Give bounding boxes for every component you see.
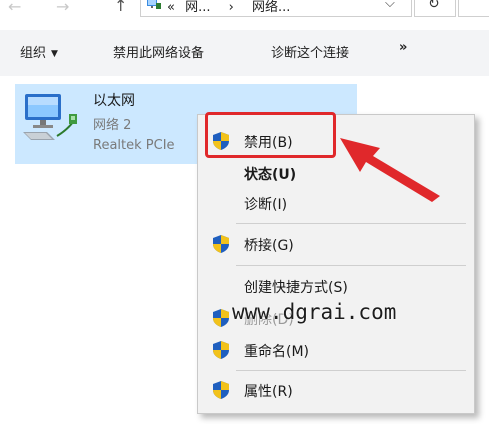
menu-item-rename[interactable]: 重命名(M) [198,337,474,363]
menu-separator [236,223,466,224]
ethernet-adapter-icon [23,94,77,140]
path-segment-1[interactable]: 网... [185,0,210,15]
uac-shield-icon [213,341,229,359]
menu-item-label: 创建快捷方式(S) [244,280,348,296]
address-path: « 网... › 网络... [167,0,290,15]
watermark-text: www.dgrai.com [232,300,397,324]
command-bar: 组织 ▼ 禁用此网络设备 诊断这个连接 » [0,30,489,76]
menu-item-label: 桥接(G) [244,238,294,254]
path-segment-2[interactable]: 网络... [252,0,290,15]
adapter-name: 以太网 [93,93,135,109]
network-folder-icon [147,0,161,9]
up-arrow-icon[interactable]: ↑ [114,0,127,14]
uac-shield-icon [213,235,229,253]
refresh-icon: ↻ [428,0,440,12]
path-prefix: « [167,0,175,15]
address-dropdown-icon[interactable]: ⌵ [385,0,395,11]
path-separator: › [228,0,234,15]
menu-item-properties[interactable]: 属性(R) [198,377,474,403]
uac-shield-icon [213,381,229,399]
refresh-button[interactable]: ↻ [414,0,456,17]
menu-item-diagnose[interactable]: 诊断(I) [198,190,474,216]
adapter-network: 网络 2 [93,118,132,133]
menu-item-label: 诊断(I) [244,197,288,213]
search-input[interactable] [458,0,489,17]
organize-label: 组织 [20,46,47,61]
organize-button[interactable]: 组织 ▼ [20,42,58,61]
diagnose-connection-button[interactable]: 诊断这个连接 [271,42,349,61]
menu-item-label: 重命名(M) [244,344,310,360]
chevron-down-icon: ▼ [51,49,58,59]
menu-item-label: 状态(U) [244,167,297,183]
menu-item-status[interactable]: 状态(U) [198,160,474,186]
menu-item-bridge[interactable]: 桥接(G) [198,231,474,257]
more-commands-button[interactable]: » [399,40,407,55]
menu-item-label: 属性(R) [244,384,293,400]
highlight-box [205,112,336,158]
adapter-device: Realtek PCIe [93,138,175,153]
menu-separator [236,370,466,371]
address-bar: ← → ↑ « 网... › 网络... ⌵ ↻ [0,0,489,22]
context-menu: 禁用(B) 状态(U) 诊断(I) 桥接(G) 创建快捷方式(S) 删除(D) … [197,114,475,414]
disable-device-button[interactable]: 禁用此网络设备 [113,42,204,61]
back-arrow-icon[interactable]: ← [8,0,21,15]
forward-arrow-icon[interactable]: → [56,0,69,15]
uac-shield-icon [213,309,229,327]
menu-item-create-shortcut[interactable]: 创建快捷方式(S) [198,273,474,299]
address-field[interactable]: « 网... › 网络... ⌵ [140,0,412,17]
menu-separator [236,265,466,266]
